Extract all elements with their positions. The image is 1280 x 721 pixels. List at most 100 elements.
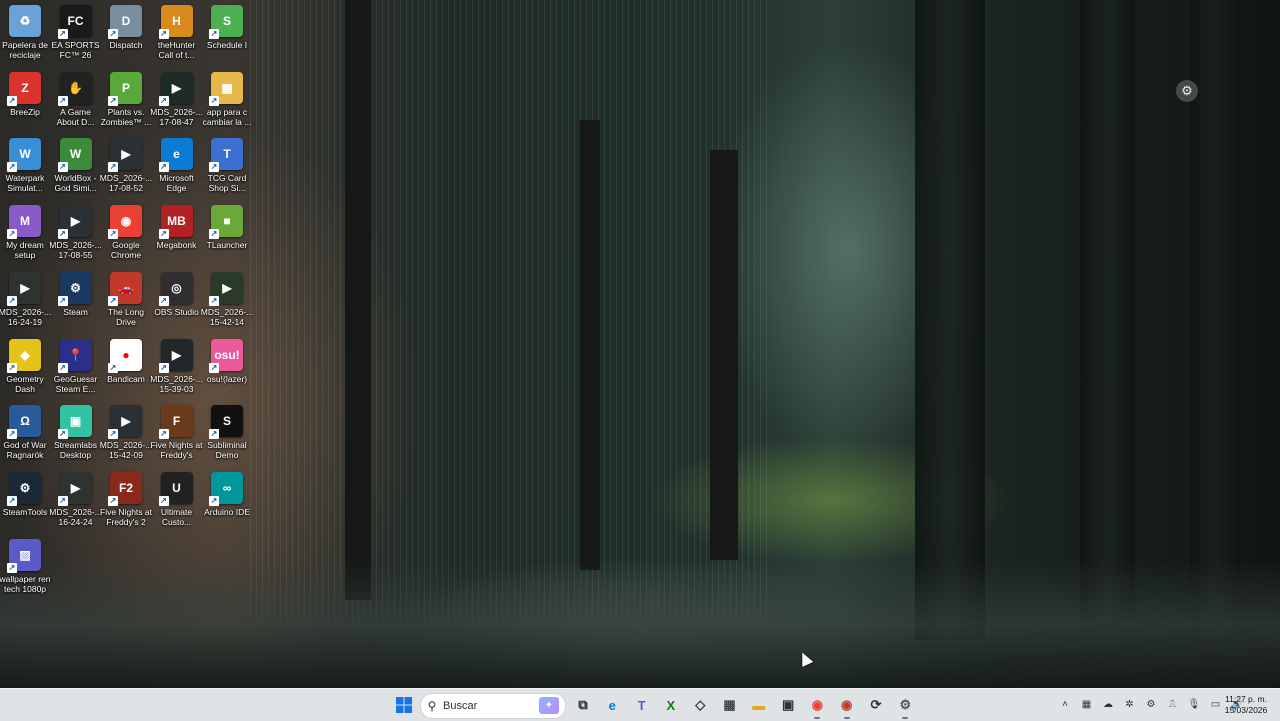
desktop-shortcut-label: The Long Drive	[108, 306, 144, 327]
video-thumbnail-icon: ▶	[158, 338, 193, 373]
desktop-shortcut-label: WorldBox - God Simi...	[54, 173, 97, 194]
taskbar-steamtools-button[interactable]: ⟳	[865, 694, 887, 716]
desktop-shortcut[interactable]: F2Five Nights at Freddy's 2	[100, 471, 152, 527]
desktop-shortcut[interactable]: FFive Nights at Freddy's	[151, 405, 202, 460]
desktop-shortcut[interactable]: ▶MDS_2026-... 17-08-47	[150, 71, 203, 127]
desktop-shortcut[interactable]: ⚙SteamTools	[0, 471, 50, 517]
desktop-shortcut[interactable]: SSubliminal Demo	[202, 405, 252, 460]
edge-icon: e	[608, 697, 616, 713]
recycle-bin-icon: ♻	[9, 5, 41, 37]
desktop-shortcut[interactable]: osu!osu!(lazer)	[202, 338, 252, 384]
tray-app-icon[interactable]: ⚙	[1143, 697, 1159, 713]
desktop-shortcut[interactable]: ⚙Steam	[51, 271, 101, 317]
search-highlight-icon: ✦	[539, 697, 559, 714]
search-input[interactable]	[443, 700, 513, 712]
desktop-shortcut-label: Dispatch	[109, 40, 143, 50]
desktop-shortcut[interactable]: ■TLauncher	[202, 205, 252, 250]
desktop-shortcut-label: MDS_2026-... 16-24-24	[49, 506, 102, 527]
video-thumbnail-icon: ▶	[108, 405, 142, 440]
desktop-shortcut-label: Plants vs. Zombies™ ...	[100, 106, 152, 127]
streamlabs-icon: ▣	[57, 405, 92, 440]
desktop-shortcut[interactable]: WWaterpark Simulat...	[0, 138, 50, 193]
desktop-shortcut[interactable]: ◉Google Chrome	[101, 205, 151, 260]
desktop-shortcut[interactable]: ●Bandicam	[101, 338, 151, 384]
god-of-war-icon: Ω	[7, 405, 41, 440]
desktop-shortcut[interactable]: ▣Streamlabs Desktop	[51, 405, 101, 460]
desktop-shortcut[interactable]: HtheHunter Call of t...	[152, 5, 202, 60]
desktop-shortcut[interactable]: ▶MDS_2026-... 15-42-14	[201, 271, 253, 327]
steam-widget-icon[interactable]: ⚙	[1176, 80, 1198, 102]
desktop-shortcut[interactable]: ΩGod of War Ragnarök	[0, 405, 50, 460]
desktop-shortcut-label: Arduino IDE	[204, 506, 250, 517]
desktop-shortcut[interactable]: ▨wallpaper ren tech 1080p	[0, 538, 51, 594]
desktop-shortcut[interactable]: SSchedule I	[202, 5, 252, 50]
desktop-shortcut[interactable]: WWorldBox - God Simi...	[51, 138, 101, 193]
taskbar-chrome-button[interactable]: ◉	[806, 694, 828, 719]
desktop-shortcut-label: Subliminal Demo	[207, 440, 247, 461]
taskbar-teams-button[interactable]: T	[631, 694, 653, 716]
start-button[interactable]	[393, 694, 415, 716]
desktop-shortcut[interactable]: ▦app para c cambiar la ...	[202, 71, 252, 127]
taskbar-edge-button[interactable]: e	[601, 694, 623, 716]
chevron-up-icon[interactable]: ˄	[1057, 697, 1073, 713]
taskbar-task-view-button[interactable]: ⧉	[572, 694, 594, 716]
taskbar-chrome-profile-button[interactable]: ◉	[836, 694, 858, 719]
desktop-shortcut[interactable]: TTCG Card Shop Si...	[202, 138, 252, 193]
edge-icon: e	[158, 138, 193, 173]
desktop-shortcut-label: MDS_2026-... 17-08-52	[99, 173, 153, 194]
desktop-shortcut-label: MDS_2026-... 16-24-19	[0, 306, 52, 327]
desktop-shortcut-label: God of War Ragnarök	[3, 440, 47, 461]
desktop-shortcut[interactable]: ▶MDS_2026-... 16-24-24	[49, 471, 102, 527]
desktop-shortcut[interactable]: ▶MDS_2026-... 15-42-09	[100, 405, 152, 460]
taskbar-search[interactable]: ⚲ ✦	[420, 693, 566, 719]
app-tray-icon[interactable]: ✲	[1122, 697, 1138, 713]
desktop-shortcut[interactable]: ZBreeZip	[0, 71, 50, 117]
desktop-shortcut[interactable]: FCEA SPORTS FC™ 26	[51, 5, 101, 60]
desktop-shortcut[interactable]: DDispatch	[101, 5, 151, 50]
desktop-shortcut-label: Five Nights at Freddy's 2	[100, 506, 152, 527]
desktop-shortcut-label: Google Chrome	[110, 240, 142, 261]
taskbar-settings-button[interactable]: ⚙	[894, 694, 916, 719]
desktop-shortcut[interactable]: ◎OBS Studio	[152, 271, 202, 317]
onedrive-icon[interactable]: ☁	[1100, 697, 1116, 713]
desktop-shortcut-label: osu!(lazer)	[206, 373, 248, 384]
desktop-shortcut-label: wallpaper ren tech 1080p	[0, 573, 51, 594]
desktop-shortcut-label: A Game About D...	[56, 106, 95, 127]
desktop-shortcut[interactable]: ∞Arduino IDE	[202, 471, 252, 517]
taskbar-file-explorer-button[interactable]: ▬	[748, 694, 770, 716]
folder-tray-icon[interactable]: ▦	[1079, 697, 1095, 713]
desktop-shortcut-label: app para c cambiar la ...	[202, 106, 252, 127]
wallpaper-tree	[915, 0, 985, 640]
taskbar-xbox-button[interactable]: X	[660, 694, 682, 716]
desktop-shortcut-label: EA SPORTS FC™ 26	[51, 40, 100, 60]
desktop-shortcut[interactable]: MMy dream setup	[0, 205, 50, 260]
desktop-shortcut[interactable]: 📍GeoGuessr Steam E...	[51, 338, 101, 394]
desktop-shortcut[interactable]: ▶MDS_2026-... 17-08-52	[99, 138, 153, 194]
taskbar-microsoft-store-button[interactable]: ▣	[777, 694, 799, 716]
desktop-shortcut[interactable]: ▶MDS_2026-... 15-39-03	[150, 338, 203, 394]
desktop-shortcut[interactable]: ♻ Papelera de reciclaje	[0, 5, 50, 60]
tcg-card-shop-icon: T	[209, 138, 243, 173]
desktop-shortcut[interactable]: ◆Geometry Dash	[0, 338, 50, 394]
taskbar-unity-button[interactable]: ◇	[689, 694, 711, 716]
ea-fc-icon: FC	[57, 5, 92, 39]
desktop-shortcut-label: Waterpark Simulat...	[5, 173, 45, 194]
desktop-shortcut[interactable]: eMicrosoft Edge	[152, 138, 202, 193]
steamtools-icon: ⚙	[7, 471, 41, 506]
taskbar-widgets-button[interactable]: ▦	[719, 694, 741, 716]
desktop-shortcut[interactable]: MBMegabonk	[152, 205, 202, 250]
desktop-shortcut[interactable]: ▶MDS_2026-... 16-24-19	[0, 271, 52, 327]
widgets-icon: ▦	[723, 697, 736, 712]
osu-icon: osu!	[209, 338, 243, 373]
chrome-icon: ◉	[811, 697, 824, 712]
microphone-icon[interactable]: 🎙	[1186, 697, 1202, 713]
desktop-shortcut[interactable]: ▶MDS_2026-... 17-08-55	[49, 205, 102, 260]
tlauncher-icon: ■	[209, 205, 243, 240]
usb-icon[interactable]: ⎍	[1165, 697, 1181, 713]
desktop-shortcut[interactable]: ✋A Game About D...	[51, 71, 101, 127]
desktop-shortcut-label: Bandicam	[107, 373, 145, 384]
desktop-shortcut[interactable]: PPlants vs. Zombies™ ...	[100, 71, 152, 127]
system-clock[interactable]: 11:27 p. m. 15/03/2026	[1222, 694, 1270, 716]
desktop-shortcut[interactable]: 🚗The Long Drive	[101, 271, 151, 327]
desktop-shortcut[interactable]: UUltimate Custo...	[152, 471, 202, 527]
